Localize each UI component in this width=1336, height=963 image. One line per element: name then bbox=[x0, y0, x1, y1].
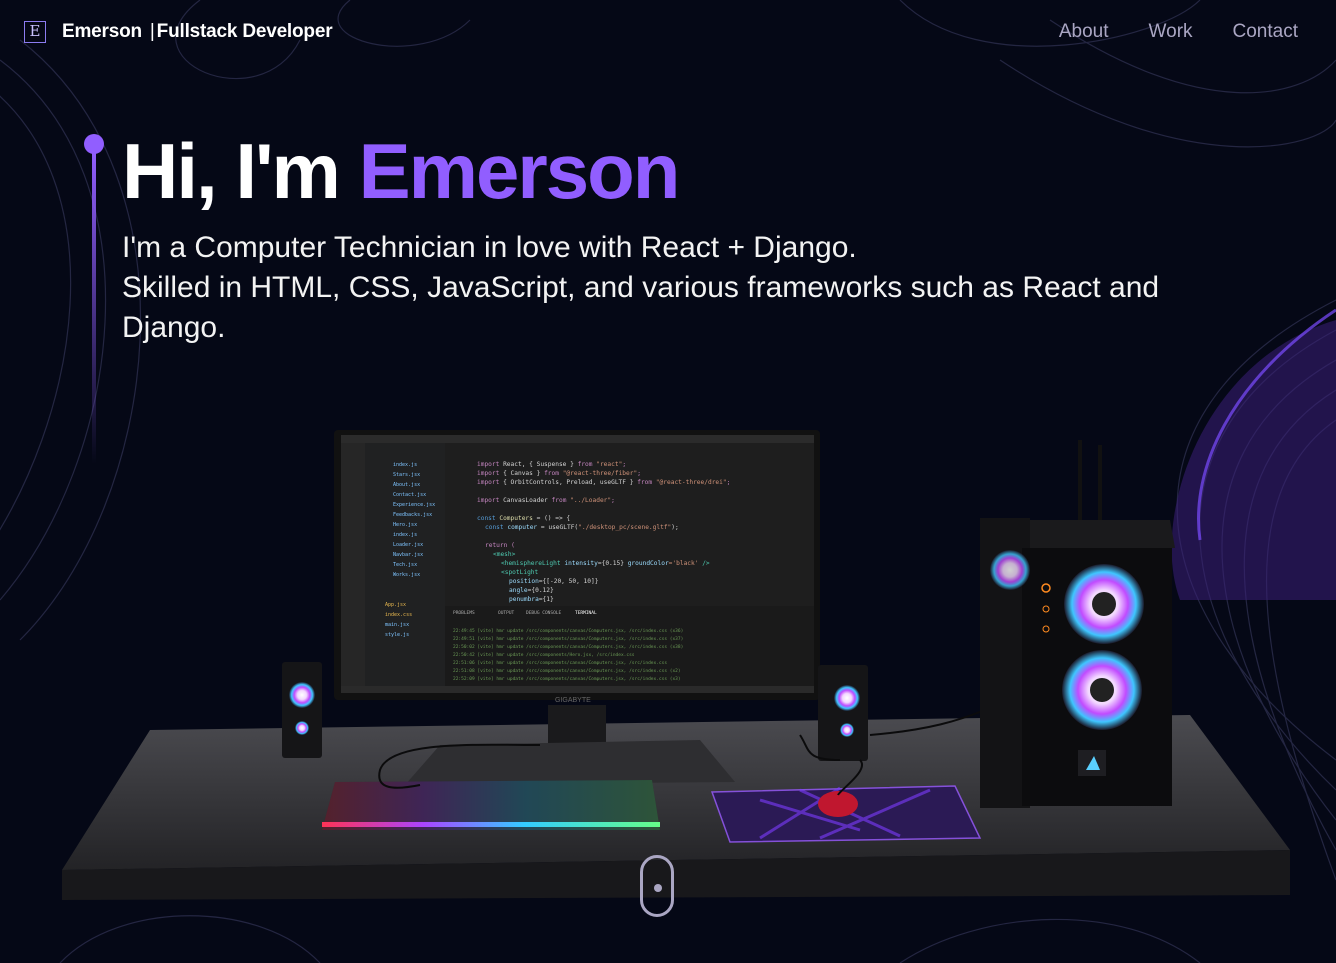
svg-text:22:50:42 [vite] hmr update /sr: 22:50:42 [vite] hmr update /src/componen… bbox=[453, 652, 635, 658]
hero-subtitle-line1: I'm a Computer Technician in love with R… bbox=[122, 231, 857, 264]
brand-name: Emerson bbox=[62, 21, 142, 42]
svg-text:22:50:02 [vite] hmr update /sr: 22:50:02 [vite] hmr update /src/componen… bbox=[453, 644, 683, 650]
nav-links: About Work Contact bbox=[1059, 21, 1298, 43]
svg-text:22:49:45 [vite] hmr update /sr: 22:49:45 [vite] hmr update /src/componen… bbox=[453, 628, 683, 634]
svg-text:Works.jsx: Works.jsx bbox=[393, 572, 420, 578]
svg-text:return (: return ( bbox=[485, 542, 515, 549]
svg-text:import { Canvas } from "@react: import { Canvas } from "@react-three/fib… bbox=[477, 470, 641, 477]
brand-separator: | bbox=[149, 21, 155, 42]
svg-text:22:51:08 [vite] hmr update /sr: 22:51:08 [vite] hmr update /src/componen… bbox=[453, 668, 681, 674]
svg-text:position={[-20, 50, 10]}: position={[-20, 50, 10]} bbox=[509, 578, 599, 585]
hero-subtitle: I'm a Computer Technician in love with R… bbox=[122, 228, 1222, 348]
svg-text:22:51:06 [vite] hmr update /sr: 22:51:06 [vite] hmr update /src/componen… bbox=[453, 660, 667, 666]
svg-text:Contact.jsx: Contact.jsx bbox=[393, 492, 426, 498]
svg-text:OUTPUT: OUTPUT bbox=[498, 610, 515, 616]
speaker-right bbox=[818, 665, 868, 761]
monitor-brand: GIGABYTE bbox=[555, 697, 591, 704]
svg-text:index.css: index.css bbox=[385, 612, 412, 618]
accent-dot bbox=[84, 134, 104, 154]
svg-text:index.js: index.js bbox=[393, 462, 417, 468]
nav-link-contact[interactable]: Contact bbox=[1233, 21, 1298, 43]
svg-text:Experience.jsx: Experience.jsx bbox=[393, 502, 435, 508]
svg-text:angle={0.12}: angle={0.12} bbox=[509, 587, 554, 594]
svg-text:main.jsx: main.jsx bbox=[385, 622, 409, 628]
nav-link-about[interactable]: About bbox=[1059, 21, 1109, 43]
mousepad bbox=[710, 785, 982, 843]
nav-link-work[interactable]: Work bbox=[1149, 21, 1193, 43]
svg-text:22:52:09 [vite] hmr update /sr: 22:52:09 [vite] hmr update /src/componen… bbox=[453, 676, 681, 682]
svg-text:const Computers = () => {: const Computers = () => { bbox=[477, 515, 570, 522]
svg-text:<hemisphereLight intensity={0.: <hemisphereLight intensity={0.15} ground… bbox=[501, 560, 710, 567]
svg-text:22:49:51 [vite] hmr update /sr: 22:49:51 [vite] hmr update /src/componen… bbox=[453, 636, 683, 642]
svg-text:Feedbacks.jsx: Feedbacks.jsx bbox=[393, 512, 432, 518]
brand-role: Fullstack Developer bbox=[156, 21, 333, 42]
svg-text:penumbra={1}: penumbra={1} bbox=[509, 596, 554, 603]
pc-case bbox=[980, 440, 1175, 808]
svg-text:Navbar.jsx: Navbar.jsx bbox=[393, 552, 423, 558]
svg-text:<mesh>: <mesh> bbox=[493, 551, 516, 558]
svg-text:TERMINAL: TERMINAL bbox=[575, 610, 597, 616]
svg-text:Loader.jsx: Loader.jsx bbox=[393, 542, 423, 548]
keyboard bbox=[322, 780, 660, 830]
svg-text:import CanvasLoader from "../L: import CanvasLoader from "../Loader"; bbox=[477, 497, 615, 504]
scroll-dot bbox=[654, 884, 662, 892]
svg-text:<spotLight: <spotLight bbox=[501, 569, 539, 576]
svg-text:About.jsx: About.jsx bbox=[393, 482, 420, 488]
svg-text:App.jsx: App.jsx bbox=[385, 602, 406, 608]
svg-text:index.js: index.js bbox=[393, 532, 417, 538]
svg-text:DEBUG CONSOLE: DEBUG CONSOLE bbox=[526, 610, 562, 616]
svg-text:Tech.jsx: Tech.jsx bbox=[393, 562, 417, 568]
hero-greeting: Hi, I'm bbox=[122, 127, 341, 215]
hero-name: Emerson bbox=[358, 127, 681, 215]
top-navbar: E Emerson | Fullstack Developer About Wo… bbox=[0, 0, 1336, 66]
svg-text:style.js: style.js bbox=[385, 632, 409, 638]
svg-text:PROBLEMS: PROBLEMS bbox=[453, 610, 475, 616]
svg-text:const computer = useGLTF("./de: const computer = useGLTF("./desktop_pc/s… bbox=[485, 524, 679, 531]
hero-subtitle-line2: Skilled in HTML, CSS, JavaScript, and va… bbox=[122, 271, 1160, 344]
svg-text:import { OrbitControls, Preloa: import { OrbitControls, Preload, useGLTF… bbox=[477, 479, 730, 486]
logo-e-icon[interactable]: E bbox=[24, 21, 46, 43]
brand-title[interactable]: Emerson | Fullstack Developer bbox=[62, 21, 333, 43]
scroll-indicator-icon[interactable] bbox=[640, 855, 674, 917]
hero-heading: Hi, I'm Emerson bbox=[122, 126, 681, 217]
svg-text:import React, { Suspense } fro: import React, { Suspense } from "react"; bbox=[477, 461, 626, 468]
speaker-left bbox=[282, 662, 322, 758]
svg-text:Stars.jsx: Stars.jsx bbox=[393, 472, 420, 478]
svg-text:Hero.jsx: Hero.jsx bbox=[393, 522, 417, 528]
